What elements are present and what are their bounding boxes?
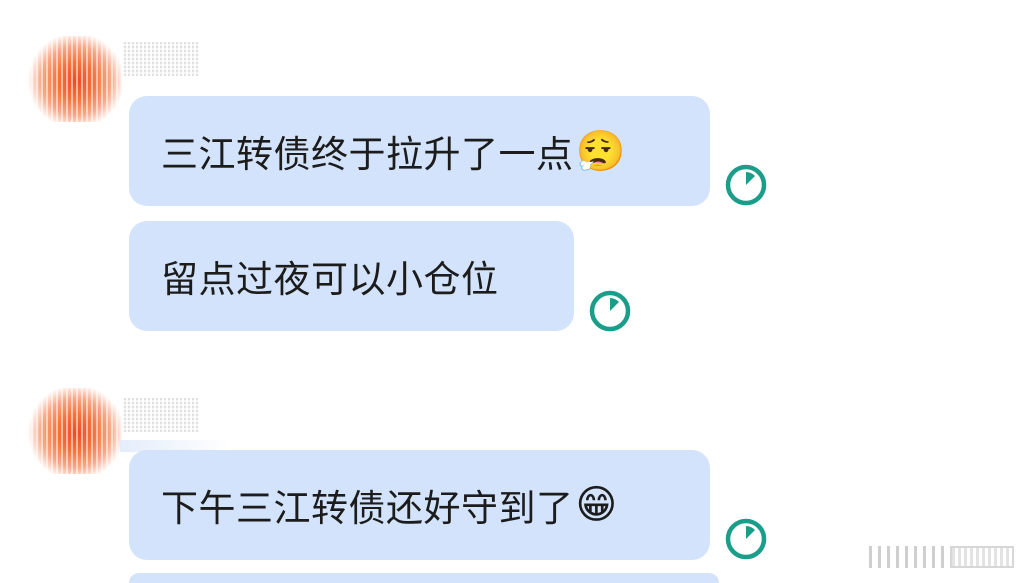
sender-name-redacted <box>122 42 200 76</box>
sender-avatar[interactable] <box>26 36 122 122</box>
message-bubble[interactable]: 三江转债终于拉升了一点 😮‍💨 <box>129 96 710 206</box>
pending-clock-icon <box>725 518 767 560</box>
pending-clock-icon <box>589 290 631 332</box>
message-bubble[interactable]: 留点过夜可以小仓位 <box>129 221 574 331</box>
sender-avatar[interactable] <box>26 388 122 474</box>
message-bubble[interactable]: 下午三江转债还好守到了 😁 <box>129 450 710 560</box>
exhaling-face-emoji: 😮‍💨 <box>575 128 626 175</box>
message-bubble-partial[interactable] <box>129 573 719 583</box>
watermark-redacted <box>869 543 1014 571</box>
grinning-face-emoji: 😁 <box>575 482 618 528</box>
pending-clock-icon <box>725 164 767 206</box>
message-text: 留点过夜可以小仓位 <box>161 258 499 301</box>
message-text: 三江转债终于拉升了一点 <box>161 133 574 176</box>
chat-view: 三江转债终于拉升了一点 😮‍💨 留点过夜可以小仓位 下午三江转债还好守到了 😁 <box>0 0 1024 583</box>
sender-name-redacted <box>122 398 200 432</box>
message-text: 下午三江转债还好守到了 <box>161 487 574 530</box>
